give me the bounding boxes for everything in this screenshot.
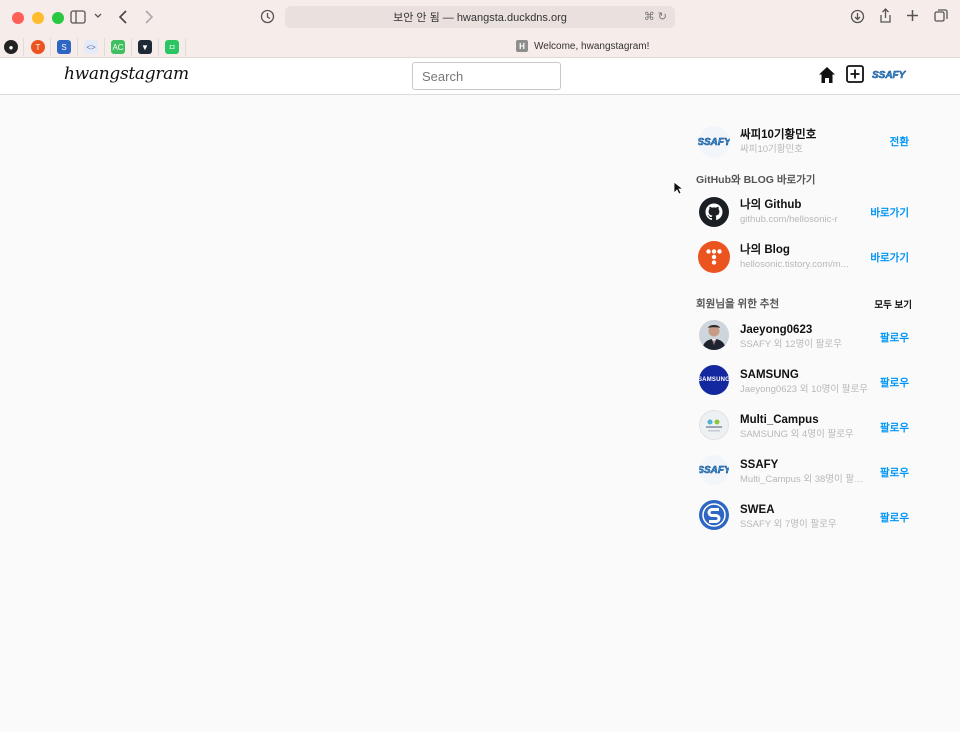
suggestion-row: SSAFY SSAFY Multi_Campus 외 38명이 팔로... 팔로…	[696, 454, 912, 490]
tab-overview-icon[interactable]	[934, 9, 948, 23]
suggestion-username[interactable]: Jaeyong0623	[740, 323, 868, 337]
share-icon[interactable]	[879, 8, 892, 24]
tab-title: Welcome, hwangstagram!	[534, 40, 650, 52]
minimize-window-button[interactable]	[32, 12, 44, 24]
blog-goto-button[interactable]: 바로가기	[870, 250, 909, 265]
divider	[158, 38, 159, 56]
new-post-icon[interactable]	[846, 65, 864, 83]
suggestion-followed-by: Jaeyong0623 외 10명이 팔로우	[740, 384, 868, 395]
line-bookmark-icon[interactable]: ㅁ	[165, 40, 179, 54]
suggestion-row: Jaeyong0623 SSAFY 외 12명이 팔로우 팔로우	[696, 319, 912, 355]
sidebar-toggle-icon[interactable]	[70, 10, 86, 24]
blog-link-url: hellosonic.tistory.com/m...	[740, 259, 849, 270]
recommend-section-title: 회원님을 위한 추천	[696, 298, 780, 310]
profile-avatar[interactable]: SSAFY	[872, 65, 906, 85]
github-icon[interactable]	[698, 196, 730, 228]
divider	[50, 38, 51, 56]
github-goto-button[interactable]: 바로가기	[870, 205, 909, 220]
back-arrow-icon[interactable]	[118, 10, 128, 24]
address-bar[interactable]: 보안 안 됨 — hwangsta.duckdns.org ⌘ ↻	[285, 6, 675, 28]
suggestion-row: Multi_Campus SAMSUNG 외 4명이 팔로우 팔로우	[696, 409, 912, 445]
swea-logo[interactable]	[699, 500, 729, 530]
follow-button[interactable]: 팔로우	[880, 375, 909, 390]
suggestion-username[interactable]: SSAFY	[740, 458, 868, 472]
divider	[104, 38, 105, 56]
close-window-button[interactable]	[12, 12, 24, 24]
links-section-title: GitHub와 BLOG 바로가기	[696, 174, 816, 186]
mouse-cursor-icon	[673, 181, 683, 195]
suggestion-username[interactable]: Multi_Campus	[740, 413, 868, 427]
divider	[131, 38, 132, 56]
suggestion-row: SAMSUNG SAMSUNG Jaeyong0623 외 10명이 팔로우 팔…	[696, 364, 912, 400]
ssafy-logo-icon: SSAFY	[872, 70, 906, 82]
avatar[interactable]: SSAFY	[698, 126, 730, 158]
chevron-down-icon[interactable]	[94, 13, 102, 19]
new-tab-plus-icon[interactable]	[906, 9, 919, 22]
divider	[185, 38, 186, 56]
github-link-url: github.com/hellosonic-r	[740, 214, 838, 225]
browser-toolbar: 보안 안 됨 — hwangsta.duckdns.org ⌘ ↻	[0, 0, 960, 36]
translate-reload-icon[interactable]: ⌘ ↻	[644, 10, 667, 23]
ac-bookmark-icon[interactable]: AC	[111, 40, 125, 54]
github-bookmark-icon[interactable]: ●	[4, 40, 18, 54]
ssafy-logo[interactable]: SSAFY	[699, 455, 729, 485]
window-controls	[12, 12, 64, 24]
suggestion-username[interactable]: SWEA	[740, 503, 868, 517]
suggestion-followed-by: SSAFY 외 7명이 팔로우	[740, 519, 837, 530]
forward-arrow-icon[interactable]	[144, 10, 154, 24]
suggestion-row: SWEA SSAFY 외 7명이 팔로우 팔로우	[696, 499, 912, 535]
blog-link-row: 나의 Blog hellosonic.tistory.com/m... 바로가기	[696, 239, 912, 275]
follow-button[interactable]: 팔로우	[880, 330, 909, 345]
multicampus-logo[interactable]	[699, 410, 729, 440]
samsung-logo[interactable]: SAMSUNG	[699, 365, 729, 395]
github-link-name[interactable]: 나의 Github	[740, 198, 868, 212]
tistory-icon[interactable]	[698, 241, 730, 273]
person-avatar[interactable]	[699, 320, 729, 350]
follow-button[interactable]: 팔로우	[880, 510, 909, 525]
active-tab[interactable]: H Welcome, hwangstagram!	[516, 40, 649, 52]
github-link-row: 나의 Github github.com/hellosonic-r 바로가기	[696, 194, 912, 230]
ssafy-logo-icon: SSAFY	[699, 464, 729, 476]
swea-bookmark-icon[interactable]: S	[57, 40, 71, 54]
app-navbar: hwangstagram SSAFY	[0, 58, 960, 95]
divider	[77, 38, 78, 56]
blog-link-name[interactable]: 나의 Blog	[740, 243, 868, 257]
velog-bookmark-icon[interactable]: ▼	[138, 40, 152, 54]
search-input[interactable]	[412, 62, 561, 90]
suggestion-followed-by: Multi_Campus 외 38명이 팔로...	[740, 474, 868, 485]
samsung-wordmark-icon: SAMSUNG	[699, 377, 729, 383]
tab-favicon-icon: H	[516, 40, 528, 52]
tistory-bookmark-icon[interactable]: T	[31, 40, 45, 54]
switch-account-button[interactable]: 전환	[890, 134, 909, 149]
divider	[23, 38, 24, 56]
history-clock-icon[interactable]	[260, 9, 275, 24]
ssafy-logo-icon: SSAFY	[698, 136, 730, 148]
bookmarks-bar: ● T S <> AC ▼ ㅁ	[0, 36, 960, 58]
suggestion-followed-by: SSAFY 외 12명이 팔로우	[740, 339, 842, 350]
profile-name[interactable]: 싸피10기황민호	[740, 128, 868, 142]
suggestion-username[interactable]: SAMSUNG	[740, 368, 868, 382]
see-all-link[interactable]: 모두 보기	[874, 297, 912, 311]
app-logo[interactable]: hwangstagram	[64, 64, 189, 84]
profile-subtext: 싸피10기황민호	[740, 144, 804, 155]
follow-button[interactable]: 팔로우	[880, 465, 909, 480]
code-bookmark-icon[interactable]: <>	[84, 40, 98, 54]
download-icon[interactable]	[850, 9, 865, 24]
url-text: 보안 안 됨 — hwangsta.duckdns.org	[393, 12, 567, 24]
current-profile-row: SSAFY 싸피10기황민호 싸피10기황민호 전환	[696, 125, 912, 161]
home-icon[interactable]	[818, 66, 836, 84]
follow-button[interactable]: 팔로우	[880, 420, 909, 435]
zoom-window-button[interactable]	[52, 12, 64, 24]
suggestion-followed-by: SAMSUNG 외 4명이 팔로우	[740, 429, 854, 440]
